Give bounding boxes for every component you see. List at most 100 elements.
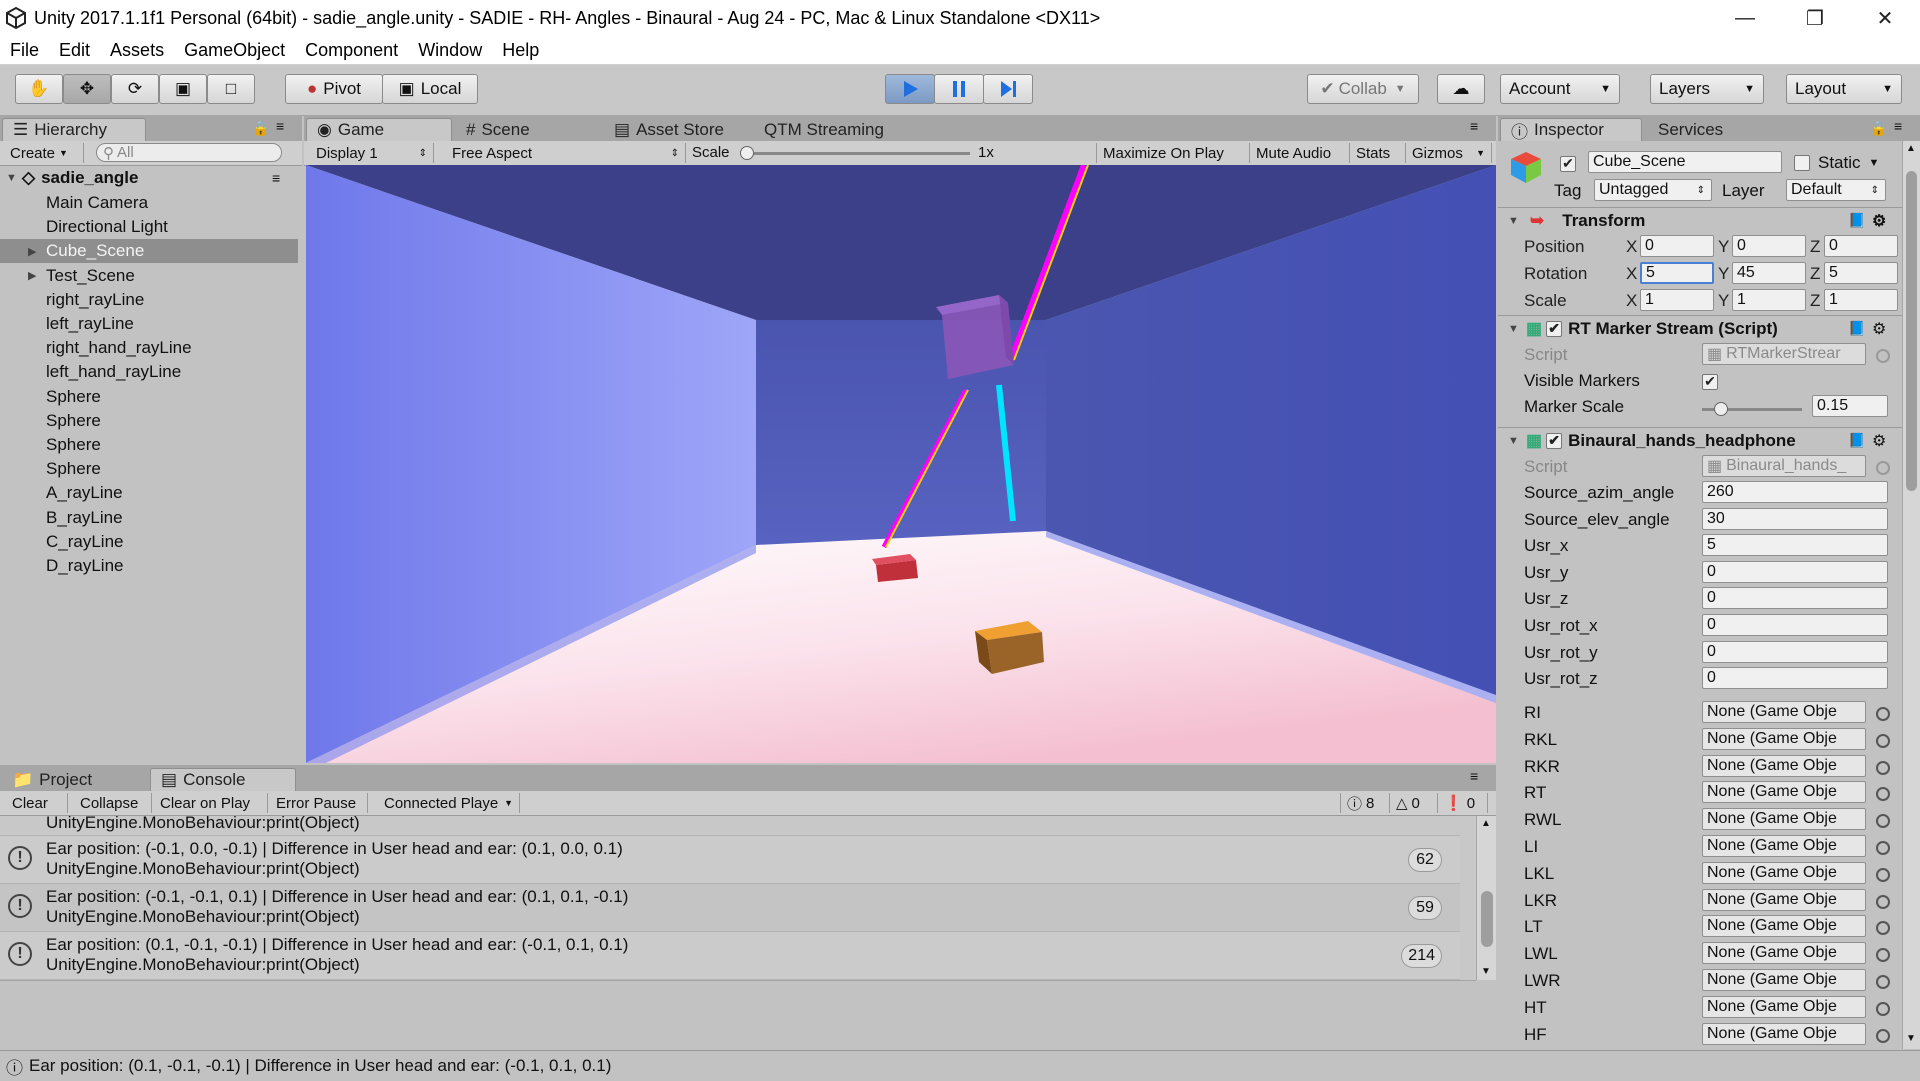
hierarchy-item[interactable]: ▶C_rayLine (0, 530, 298, 554)
menu-gameobject[interactable]: GameObject (174, 40, 295, 61)
panel-menu-icon[interactable]: ≡ (1470, 768, 1478, 784)
object-picker-icon[interactable] (1876, 1028, 1890, 1043)
layer-dropdown[interactable]: Default ⇕ (1786, 179, 1886, 201)
binaural-field-input[interactable]: 0 (1702, 560, 1888, 583)
pause-button[interactable] (934, 74, 984, 104)
expand-triangle-icon[interactable]: ▼ (1508, 323, 1522, 335)
object-picker-icon[interactable] (1876, 894, 1890, 909)
hierarchy-item[interactable]: ▶Sphere (0, 433, 298, 457)
transform-scale-z-field[interactable]: 1 (1824, 289, 1898, 311)
component-enabled-checkbox[interactable]: ✔ (1546, 432, 1563, 449)
transform-header[interactable]: ▼ ➥ Transform 📘 ⚙ (1498, 207, 1902, 233)
binaural-field-input[interactable]: 0 (1702, 640, 1888, 663)
local-button[interactable]: ▣ Local (382, 74, 478, 104)
account-dropdown[interactable]: Account ▼ (1500, 74, 1620, 104)
tab-scene[interactable]: # Scene (456, 118, 596, 141)
tab-services[interactable]: Services (1648, 118, 1758, 141)
tab-game[interactable]: ◉ Game (306, 118, 452, 141)
transform-position-z-field[interactable]: 0 (1824, 235, 1898, 257)
panel-menu-icon[interactable]: ≡ (276, 118, 284, 134)
scroll-up-icon[interactable]: ▲ (1481, 818, 1491, 829)
object-picker-icon[interactable] (1876, 975, 1890, 989)
scroll-down-icon[interactable]: ▼ (1481, 966, 1491, 977)
hierarchy-item[interactable]: ▶ Test_Scene (0, 264, 298, 288)
object-field[interactable]: None (Game Obje (1702, 701, 1866, 723)
hand-tool-button[interactable]: ✋ (15, 74, 63, 104)
object-picker-icon[interactable] (1876, 1001, 1890, 1016)
gear-icon[interactable]: ⚙ (1872, 319, 1886, 339)
object-field[interactable]: None (Game Obje (1702, 754, 1866, 777)
object-field[interactable]: None (Game Obje (1702, 835, 1866, 857)
stats-toggle[interactable]: Stats (1350, 143, 1406, 163)
tab-console[interactable]: ▤ Console (150, 768, 296, 791)
scene-root[interactable]: ▼ ◇ sadie_angle ≡ (0, 165, 298, 191)
object-picker-icon[interactable] (1876, 867, 1890, 882)
object-picker-icon[interactable] (1876, 349, 1890, 363)
menu-window[interactable]: Window (408, 40, 492, 61)
log-row[interactable]: ! Ear position: (-0.1, 0.0, -0.1) | Diffe… (0, 836, 1460, 884)
aspect-dropdown[interactable]: Free Aspect ⇕ (446, 143, 686, 163)
transform-scale-x-field[interactable]: 1 (1640, 289, 1714, 311)
expand-triangle-icon[interactable]: ▼ (1508, 215, 1522, 227)
object-picker-icon[interactable] (1876, 733, 1890, 748)
scale-tool-button[interactable]: ▣ (159, 74, 207, 104)
rect-tool-button[interactable]: □ (207, 74, 255, 104)
warning-filter-toggle[interactable]: ⓘ 8 (1340, 793, 1390, 813)
tab-qtm-streaming[interactable]: QTM Streaming (754, 118, 904, 141)
object-field[interactable]: None (Game Obje (1702, 727, 1866, 750)
expand-triangle-icon[interactable]: ▼ (1508, 435, 1522, 447)
menu-help[interactable]: Help (492, 40, 549, 61)
tab-project[interactable]: 📁 Project (2, 768, 142, 791)
static-toggle[interactable]: Static ▼ (1794, 153, 1879, 173)
object-field[interactable]: None (Game Obje (1702, 995, 1866, 1018)
tab-hierarchy[interactable]: ☰ Hierarchy (2, 118, 146, 141)
object-picker-icon[interactable] (1876, 948, 1890, 963)
console-scrollbar[interactable]: ▲ ▼ (1476, 816, 1496, 980)
object-field[interactable]: None (Game Obje (1702, 808, 1866, 831)
binaural-field-input[interactable]: 0 (1702, 614, 1888, 636)
layers-dropdown[interactable]: Layers ▼ (1650, 74, 1764, 104)
transform-position-x-field[interactable]: 0 (1640, 235, 1714, 257)
object-field[interactable]: None (Game Obje (1702, 781, 1866, 804)
error-pause-toggle[interactable]: Error Pause (270, 793, 368, 813)
close-button[interactable]: ✕ (1850, 0, 1920, 36)
restore-button[interactable]: ❐ (1780, 0, 1850, 36)
cloud-button[interactable]: ☁ (1437, 74, 1485, 104)
transform-scale-y-field[interactable]: 1 (1732, 289, 1806, 311)
object-picker-icon[interactable] (1876, 787, 1890, 802)
marker-scale-field[interactable]: 0.15 (1812, 395, 1888, 417)
lock-icon[interactable]: 🔒 (1870, 120, 1887, 137)
scale-slider-track[interactable] (744, 152, 970, 155)
gizmos-dropdown[interactable]: Gizmos ▼ (1406, 143, 1492, 163)
tab-asset-store[interactable]: ▤ Asset Store (604, 118, 734, 141)
object-field[interactable]: None (Game Obje (1702, 861, 1866, 884)
active-checkbox[interactable]: ✔ (1560, 153, 1576, 173)
mute-audio-toggle[interactable]: Mute Audio (1250, 143, 1350, 163)
hierarchy-item[interactable]: ▶ Cube_Scene (0, 239, 298, 264)
collab-button[interactable]: ✔ Collab ▼ (1307, 74, 1419, 104)
marker-scale-slider-handle[interactable] (1714, 402, 1728, 416)
rt-marker-header[interactable]: ▼ ▦ ✔ RT Marker Stream (Script) 📘 ⚙ (1498, 315, 1902, 341)
clear-on-play-toggle[interactable]: Clear on Play (154, 793, 268, 813)
log-row-partial[interactable]: UnityEngine.MonoBehaviour:print(Object) (0, 816, 1460, 836)
hierarchy-item[interactable]: ▶Sphere (0, 457, 298, 481)
object-field[interactable]: None (Game Obje (1702, 1022, 1866, 1045)
transform-rotation-x-field[interactable]: 5 (1640, 262, 1714, 284)
hierarchy-item[interactable]: ▶Sphere (0, 409, 298, 433)
panel-menu-icon[interactable]: ≡ (1470, 118, 1478, 134)
binaural-field-input[interactable]: 30 (1702, 507, 1888, 530)
hierarchy-item[interactable]: ▶B_rayLine (0, 506, 298, 530)
hierarchy-item[interactable]: ▶Directional Light (0, 215, 298, 239)
create-dropdown[interactable]: Create ▼ (4, 143, 84, 163)
game-viewport[interactable] (306, 165, 1496, 763)
collapse-toggle[interactable]: Collapse (74, 793, 152, 813)
layout-dropdown[interactable]: Layout ▼ (1786, 74, 1902, 104)
maximize-on-play-toggle[interactable]: Maximize On Play (1096, 143, 1250, 163)
console-scroll-thumb[interactable] (1481, 891, 1493, 947)
object-picker-icon[interactable] (1876, 760, 1890, 775)
object-field[interactable]: None (Game Obje (1702, 969, 1866, 991)
hierarchy-item[interactable]: ▶Main Camera (0, 191, 298, 215)
binaural-field-input[interactable]: 5 (1702, 534, 1888, 557)
error-filter-toggle[interactable]: ❗ 0 (1438, 793, 1488, 813)
move-tool-button[interactable]: ✥ (63, 74, 111, 104)
